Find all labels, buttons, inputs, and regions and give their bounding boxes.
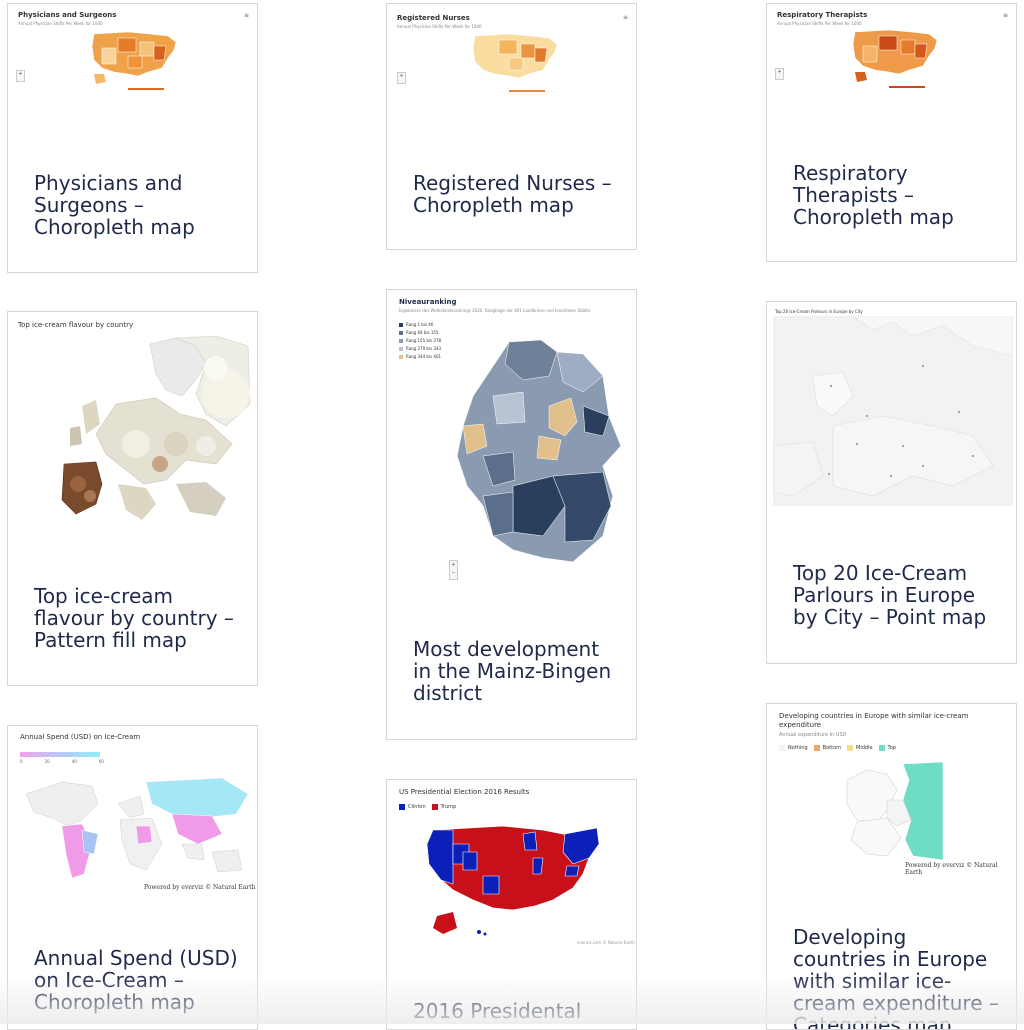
- card-caption[interactable]: Developing countries in Europe with simi…: [793, 926, 1002, 1029]
- legend-label: Rang 155 bis 278: [406, 338, 442, 343]
- thumbnail-subtitle: Annual Physician Shifts Per Week for 100…: [18, 21, 103, 26]
- zoom-control[interactable]: +: [397, 72, 406, 84]
- legend-item[interactable]: Bottom: [813, 745, 842, 751]
- map-credit: Powered by everviz © Natural Earth: [905, 862, 998, 876]
- legend-item[interactable]: Rang 64 bis 155: [399, 330, 441, 335]
- legend-label: Rang 344 bis 401: [406, 354, 442, 359]
- legend-item[interactable]: Rang 1 bis 46: [399, 322, 441, 327]
- card-caption[interactable]: 2016 Presidental: [413, 1000, 622, 1022]
- map-legend: Clinton Trump: [399, 804, 462, 810]
- europe-categories-map-thumbnail: [846, 761, 944, 861]
- legend-label: Rang 1 bis 46: [406, 322, 434, 327]
- scale-tick-label: 60: [98, 759, 104, 764]
- legend-item[interactable]: Rang 155 bis 278: [399, 338, 441, 343]
- thumbnail-subtitle: Annual expenditure in USD: [779, 732, 847, 738]
- legend-item[interactable]: Top: [878, 745, 896, 751]
- thumbnail-title: Top ice-cream flavour by country: [18, 321, 134, 329]
- scale-tick-label: 40: [71, 759, 77, 764]
- legend-label: Bottom: [822, 745, 842, 751]
- card-top-ice-cream-flavour[interactable]: Top ice-cream flavour by country Top ice…: [7, 311, 258, 686]
- legend-swatch: [399, 804, 405, 810]
- legend-item[interactable]: Nothing: [779, 745, 808, 751]
- card-2016-presidential-election[interactable]: US Presidential Election 2016 Results Cl…: [386, 779, 637, 1030]
- legend-swatch: [399, 322, 403, 327]
- legend-swatch: [399, 338, 403, 343]
- legend-item[interactable]: Trump: [431, 804, 457, 810]
- us-choropleth-map-thumbnail: [91, 31, 177, 90]
- legend-label: Rang 279 bis 343: [406, 346, 442, 351]
- thumbnail-title: Top 20 Ice-Cream Parlours in Europe by C…: [775, 309, 863, 314]
- card-physicians-and-surgeons[interactable]: Physicians and Surgeons Annual Physician…: [7, 3, 258, 273]
- europe-pattern-fill-map-thumbnail: [61, 335, 251, 520]
- legend-label: Rang 64 bis 155: [406, 330, 439, 335]
- legend-label: Trump: [440, 804, 457, 810]
- card-annual-spend-ice-cream[interactable]: Annual Spend (USD) on Ice-Cream 0 20 40 60 …: [7, 725, 258, 1030]
- zoom-control[interactable]: +: [16, 70, 25, 82]
- legend-swatch: [779, 745, 785, 751]
- card-caption[interactable]: Physicians and Surgeons – Choropleth map: [34, 172, 243, 238]
- card-ice-cream-parlours[interactable]: Top 20 Ice-Cream Parlours in Europe by C…: [766, 301, 1017, 664]
- legend-item[interactable]: Rang 344 bis 401: [399, 354, 441, 359]
- card-caption[interactable]: Most development in the Mainz-Bingen dis…: [413, 638, 622, 704]
- color-scale-bar: [20, 752, 100, 757]
- legend-swatch: [399, 330, 403, 335]
- scale-tick-label: 20: [44, 759, 50, 764]
- legend-item[interactable]: Clinton: [399, 804, 426, 810]
- germany-choropleth-map-thumbnail: [456, 339, 622, 563]
- thumbnail-title: Registered Nurses: [397, 14, 470, 22]
- legend-swatch: [878, 745, 885, 751]
- card-mainz-bingen-development[interactable]: Niveauranking Ergebnisse des Wohlstandsr…: [386, 289, 637, 740]
- thumbnail-title: Niveauranking: [399, 298, 457, 306]
- map-credit: Powered by everviz © Natural Earth: [144, 884, 256, 891]
- legend-label: Clinton: [408, 804, 426, 810]
- card-registered-nurses[interactable]: Registered Nurses Annual Physician Shift…: [386, 3, 637, 250]
- color-scale-ticks: 0 20 40 60: [20, 759, 104, 764]
- card-caption[interactable]: Registered Nurses – Choropleth map: [413, 172, 622, 216]
- thumbnail-subtitle: Ergebnisse des Wohlstandsrankings 2020, …: [399, 308, 591, 313]
- legend-swatch: [813, 745, 820, 751]
- zoom-control[interactable]: +: [775, 68, 784, 80]
- legend-item[interactable]: Middle: [847, 745, 873, 751]
- card-caption[interactable]: Top 20 Ice-Cream Parlours in Europe by C…: [793, 562, 1002, 628]
- legend-label: Nothing: [788, 745, 808, 751]
- map-legend: Nothing Bottom Middle Top: [779, 745, 902, 751]
- hamburger-menu-icon[interactable]: ≡: [244, 12, 249, 19]
- scale-tick-label: 0: [20, 759, 23, 764]
- thumbnail-title: Developing countries in Europe with simi…: [779, 712, 969, 729]
- world-choropleth-map-thumbnail: [25, 777, 249, 879]
- zoom-control[interactable]: + −: [449, 560, 458, 580]
- legend-swatch: [847, 745, 854, 751]
- map-credit: everviz.com © Natural Earth: [577, 940, 635, 945]
- legend-swatch: [399, 346, 403, 351]
- us-choropleth-map-thumbnail: [472, 33, 558, 92]
- card-caption[interactable]: Annual Spend (USD) on Ice-Cream – Chorop…: [34, 947, 243, 1013]
- thumbnail-subtitle: Annual Physician Shifts Per Week for 100…: [397, 24, 482, 29]
- legend-label: Middle: [856, 745, 873, 751]
- thumbnail-title: US Presidential Election 2016 Results: [399, 788, 530, 796]
- hamburger-menu-icon[interactable]: ≡: [1003, 12, 1008, 19]
- map-legend: Rang 1 bis 46 Rang 64 bis 155 Rang 155 bis…: [399, 322, 441, 362]
- legend-swatch: [431, 804, 438, 810]
- card-respiratory-therapists[interactable]: Respiratory Therapists Annual Physician …: [766, 3, 1017, 262]
- card-caption[interactable]: Top ice-cream flavour by country – Patte…: [34, 585, 243, 651]
- legend-label: Top: [887, 745, 896, 751]
- hamburger-menu-icon[interactable]: ≡: [623, 14, 628, 21]
- thumbnail-title: Physicians and Surgeons: [18, 11, 117, 19]
- us-election-map-thumbnail: [426, 825, 600, 936]
- europe-point-map-thumbnail: [773, 316, 1013, 506]
- thumbnail-title: Respiratory Therapists: [777, 11, 868, 19]
- card-caption[interactable]: Respiratory Therapists – Choropleth map: [793, 162, 1002, 228]
- card-developing-countries-europe[interactable]: Developing countries in Europe with simi…: [766, 703, 1017, 1030]
- legend-item[interactable]: Rang 279 bis 343: [399, 346, 441, 351]
- us-choropleth-map-thumbnail: [852, 29, 938, 88]
- legend-swatch: [399, 354, 403, 359]
- thumbnail-title: Annual Spend (USD) on Ice-Cream: [20, 733, 141, 741]
